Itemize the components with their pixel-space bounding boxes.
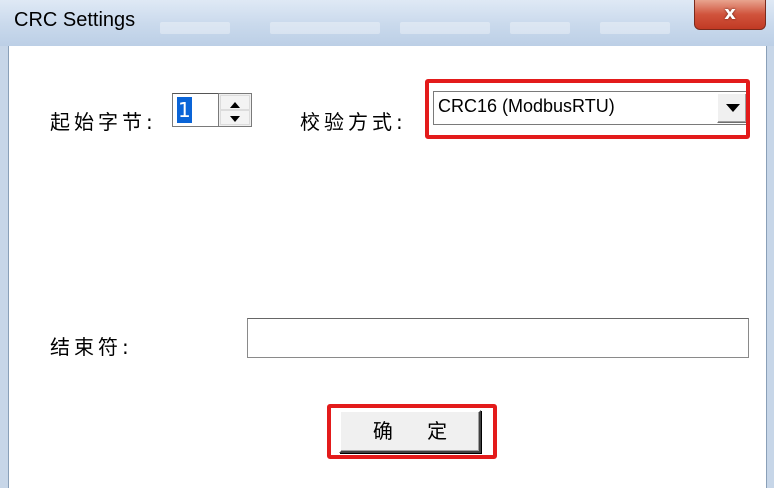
end-char-input[interactable]: [247, 318, 749, 358]
ok-button[interactable]: 确 定: [339, 410, 481, 453]
window-frame-right: [766, 46, 774, 488]
start-byte-value: 1: [177, 97, 192, 123]
start-byte-input[interactable]: 1: [172, 93, 218, 127]
spin-down-button[interactable]: [220, 110, 250, 125]
background-blur: [400, 22, 490, 34]
end-char-label: 结束符:: [50, 335, 133, 359]
dropdown-button[interactable]: [717, 93, 747, 123]
chevron-down-icon: [726, 104, 740, 112]
background-blur: [600, 22, 670, 34]
background-blur: [510, 22, 570, 34]
background-blur: [270, 22, 380, 34]
spin-down-icon: [230, 116, 240, 122]
check-method-label: 校验方式:: [300, 110, 407, 134]
window-frame-left: [0, 46, 9, 488]
background-blur: [160, 22, 230, 34]
check-method-select[interactable]: CRC16 (ModbusRTU): [433, 91, 749, 125]
check-method-value: CRC16 (ModbusRTU): [438, 96, 615, 116]
close-icon: x: [724, 3, 736, 24]
window-title: CRC Settings: [14, 9, 136, 31]
close-button[interactable]: x: [694, 0, 766, 30]
start-byte-label: 起始字节:: [50, 110, 157, 134]
title-bar[interactable]: CRC Settings x: [0, 0, 774, 46]
spin-up-button[interactable]: [220, 95, 250, 110]
start-byte-spinner[interactable]: [218, 93, 252, 127]
